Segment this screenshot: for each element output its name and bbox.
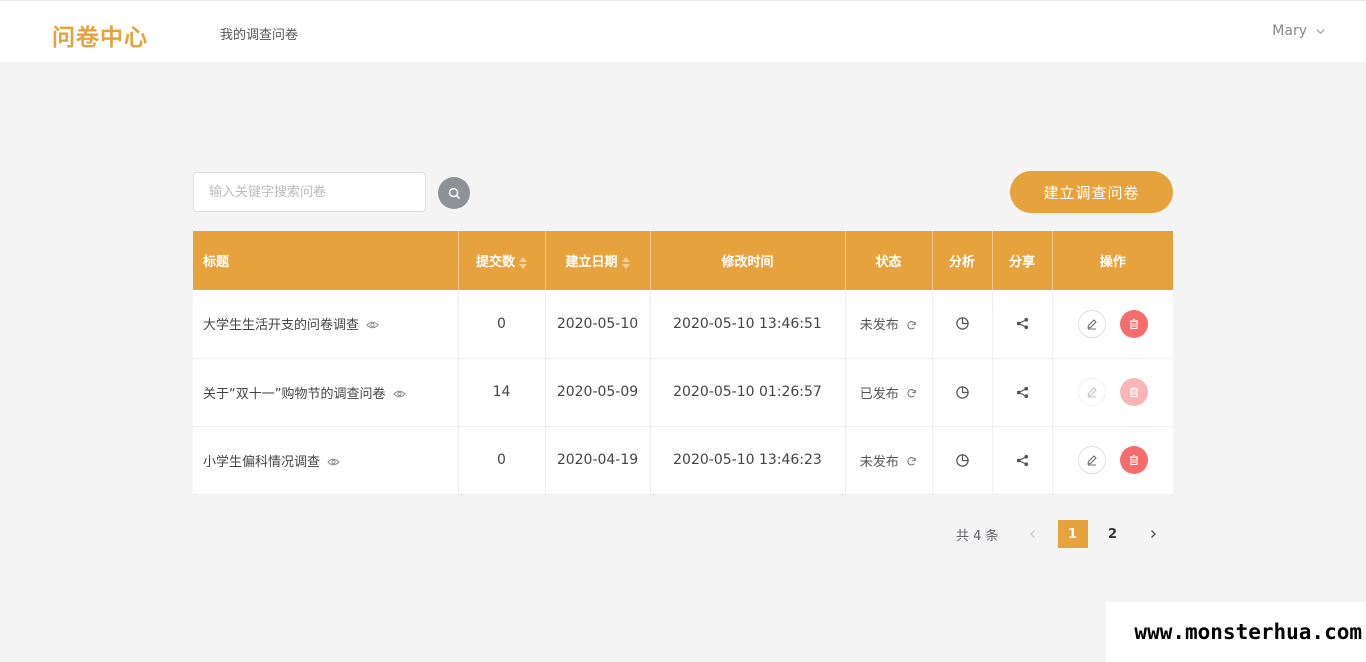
cell-analysis [932,358,993,427]
trash-icon [1129,386,1138,398]
edit-icon [1087,455,1097,466]
edit-icon [1087,387,1097,398]
cell-actions [1052,358,1173,427]
delete-button[interactable] [1119,378,1148,406]
cell-analysis [932,426,993,495]
chevron-right-icon [1150,530,1156,538]
col-header-modified: 修改时间 [650,231,846,290]
create-survey-button[interactable]: 建立调查问卷 [1010,171,1173,213]
cell-submissions: 0 [458,290,546,359]
col-header-analysis: 分析 [932,231,993,290]
survey-title[interactable]: 小学生偏科情况调查 [203,455,320,470]
cell-status: 已发布 [845,358,933,427]
top-navbar: 问卷中心 我的调查问卷 Mary [0,0,1366,62]
eye-icon[interactable] [327,457,341,467]
pagination-total: 共 4 条 [956,528,999,544]
cell-created: 2020-05-09 [545,358,651,427]
search-input[interactable] [193,172,426,212]
edit-button[interactable] [1077,309,1106,338]
page-button-1[interactable]: 1 [1057,520,1088,548]
col-header-actions: 操作 [1052,231,1173,290]
nav-my-surveys[interactable]: 我的调查问卷 [220,24,298,43]
chevron-left-icon [1029,530,1035,538]
table-row: 大学生生活开支的问卷调查 0 2020-05-10 2020-05-10 13:… [193,290,1173,359]
sort-icon[interactable] [519,256,527,269]
table-header-row: 标题 提交数 建立日期 修改时间 状态 分析 分享 操作 [193,231,1173,290]
eye-icon[interactable] [366,320,380,330]
share-icon[interactable] [1015,316,1030,331]
trash-icon [1129,318,1138,329]
watermark: www.monsterhua.com [1106,602,1366,662]
survey-title[interactable]: 关于“双十一”购物节的调查问卷 [203,387,385,402]
pie-chart-icon[interactable] [955,453,970,468]
refresh-icon[interactable] [906,320,917,331]
cell-created: 2020-04-19 [545,426,651,495]
edit-button[interactable] [1077,378,1106,406]
edit-icon [1087,319,1097,330]
prev-page-button[interactable] [1018,520,1048,548]
cell-status: 未发布 [845,426,933,495]
cell-status: 未发布 [845,290,933,359]
status-text: 已发布 [859,386,899,402]
col-header-share: 分享 [992,231,1053,290]
cell-title: 小学生偏科情况调查 [193,426,459,495]
cell-title: 大学生生活开支的问卷调查 [193,290,459,359]
trash-icon [1129,454,1138,466]
cell-title: 关于“双十一”购物节的调查问卷 [193,358,459,427]
col-header-status: 状态 [845,231,933,290]
user-name: Mary [1272,23,1307,39]
cell-actions [1052,290,1173,359]
page-button-2[interactable]: 2 [1098,520,1128,548]
edit-button[interactable] [1077,446,1106,474]
refresh-icon[interactable] [906,456,917,467]
survey-table: 标题 提交数 建立日期 修改时间 状态 分析 分享 操作 大学生生活开支的问卷调… [193,231,1173,495]
cell-created: 2020-05-10 [545,290,651,359]
cell-modified: 2020-05-10 13:46:23 [650,426,846,495]
pagination: 共 4 条 1 2 [956,520,1173,548]
eye-icon[interactable] [393,389,406,399]
col-header-created[interactable]: 建立日期 [545,231,651,290]
pie-chart-icon[interactable] [955,385,970,400]
pie-chart-icon[interactable] [955,316,970,331]
cell-share [992,426,1053,495]
table-row: 关于“双十一”购物节的调查问卷 14 2020-05-09 2020-05-10… [193,358,1173,427]
refresh-icon[interactable] [906,388,917,399]
col-header-submissions[interactable]: 提交数 [458,231,546,290]
sort-icon[interactable] [621,256,630,269]
cell-analysis [932,290,993,359]
survey-title[interactable]: 大学生生活开支的问卷调查 [203,318,359,333]
next-page-button[interactable] [1138,520,1168,548]
cell-share [992,358,1053,427]
user-menu[interactable]: Mary [1272,23,1326,39]
delete-button[interactable] [1119,446,1148,474]
table-row: 小学生偏科情况调查 0 2020-04-19 2020-05-10 13:46:… [193,426,1173,495]
chevron-down-icon [1316,28,1325,34]
status-text: 未发布 [859,318,899,334]
delete-button[interactable] [1119,309,1148,338]
app-logo[interactable]: 问卷中心 [52,18,148,52]
status-text: 未发布 [859,454,899,470]
share-icon[interactable] [1015,385,1030,400]
cell-modified: 2020-05-10 01:26:57 [650,358,846,427]
cell-share [992,290,1053,359]
cell-submissions: 14 [458,358,546,427]
col-header-title: 标题 [193,231,459,290]
search-icon [448,187,460,199]
cell-modified: 2020-05-10 13:46:51 [650,290,846,359]
cell-submissions: 0 [458,426,546,495]
search-button[interactable] [438,177,470,209]
share-icon[interactable] [1015,453,1030,468]
cell-actions [1052,426,1173,495]
